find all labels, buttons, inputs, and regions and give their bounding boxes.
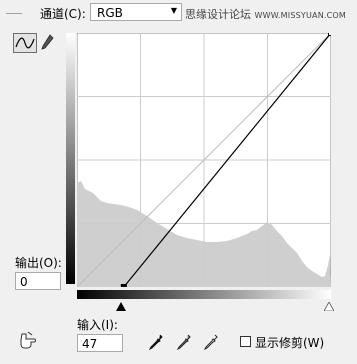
curves-graph[interactable] (77, 33, 331, 287)
pencil-tool-button[interactable] (40, 33, 54, 53)
hand-icon[interactable] (18, 331, 40, 351)
show-clipping-checkbox[interactable] (240, 336, 251, 347)
curve-control-point[interactable] (328, 33, 332, 36)
panel-frame-line (6, 13, 22, 14)
output-field[interactable]: 0 (15, 272, 61, 290)
output-gradient-bar (66, 33, 75, 284)
input-label: 输入(I): (77, 318, 118, 332)
show-clipping-label: 显示修剪(W) (255, 336, 325, 350)
input-gradient-bar (77, 290, 331, 299)
watermark-url: WWW.MISSYUAN.COM (254, 11, 347, 20)
curve-control-point[interactable] (120, 284, 127, 288)
channel-label: 通道(C): (40, 7, 86, 21)
black-point-slider[interactable] (116, 302, 126, 311)
input-field[interactable]: 47 (77, 334, 123, 352)
gray-eyedropper-icon[interactable] (176, 333, 192, 351)
chevron-down-icon: ▼ (170, 6, 177, 15)
channel-select[interactable]: RGB ▼ (90, 3, 182, 21)
watermark: 思缘设计论坛 WWW.MISSYUAN.COM (185, 6, 346, 22)
white-point-slider[interactable] (324, 302, 334, 311)
curve-tool-button[interactable] (13, 33, 37, 53)
black-eyedropper-icon[interactable] (148, 333, 164, 351)
white-eyedropper-icon[interactable] (203, 333, 219, 351)
output-label: 输出(O): (15, 256, 62, 270)
pencil-icon (41, 34, 54, 50)
curve-icon (15, 37, 35, 49)
channel-value: RGB (97, 6, 123, 20)
watermark-cn: 思缘设计论坛 (185, 8, 251, 21)
